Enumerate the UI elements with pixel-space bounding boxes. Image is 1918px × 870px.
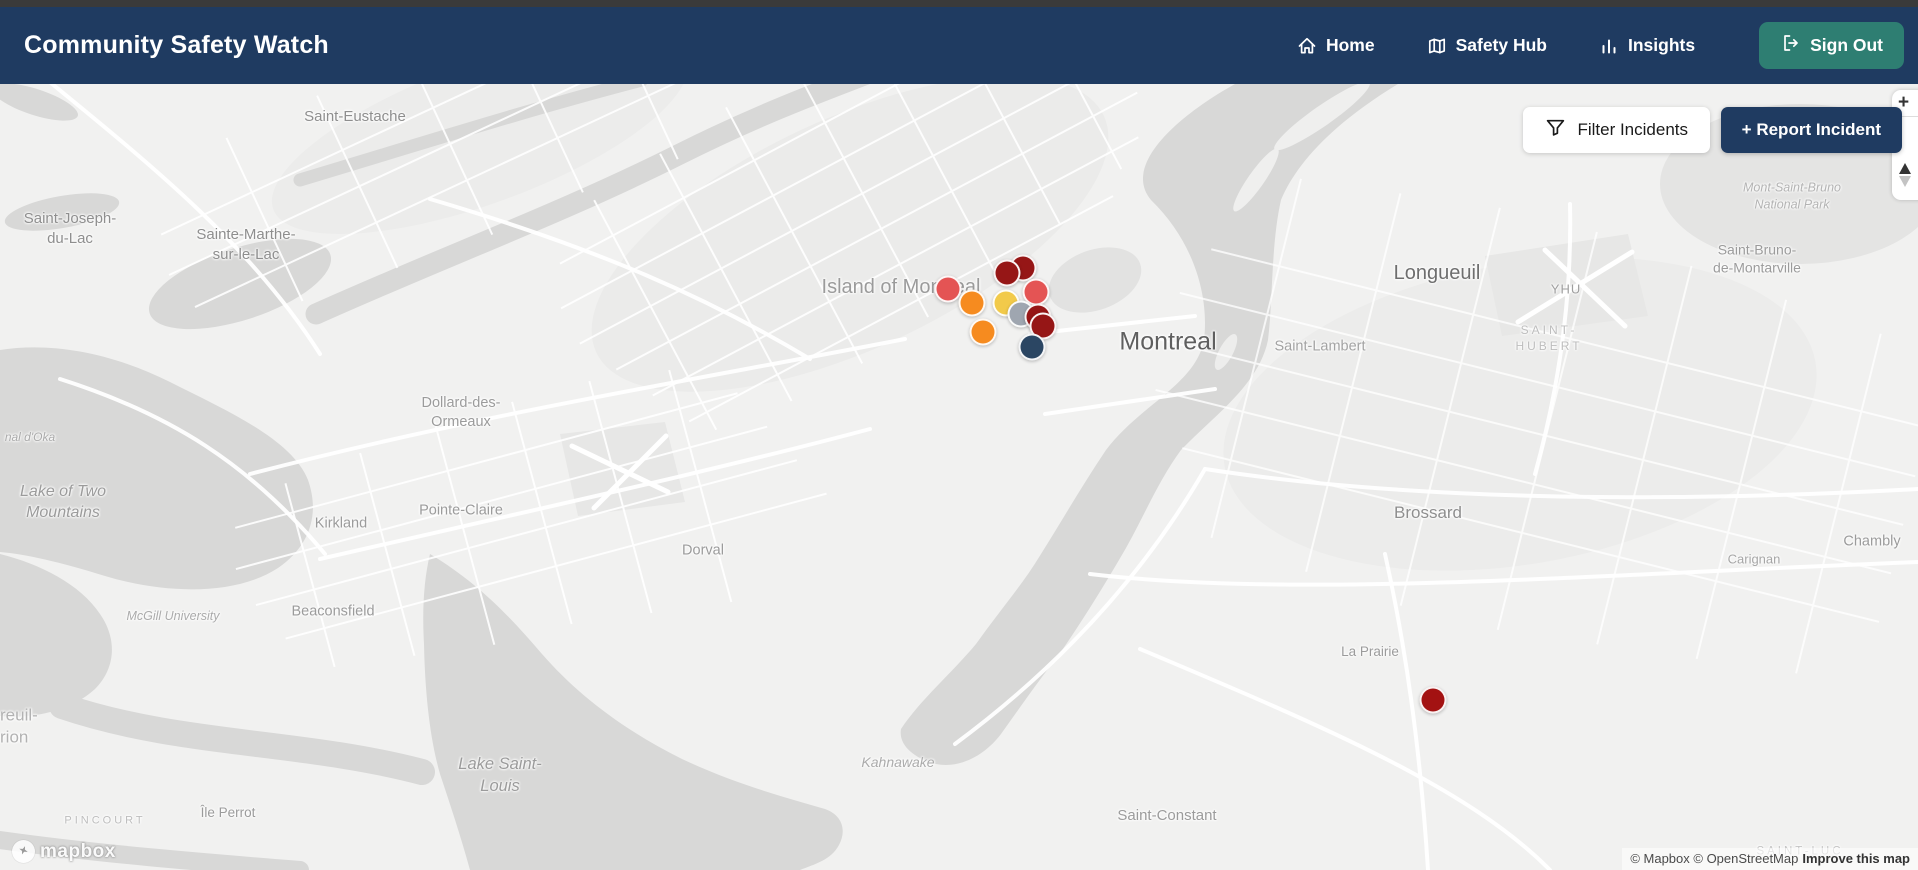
incident-marker-red[interactable]: [934, 275, 962, 303]
app-header: Community Safety Watch Home Safety Hub I…: [0, 7, 1918, 84]
map-canvas[interactable]: Saint-Eustache Saint-Joseph- du-Lac Sainte…: [0, 84, 1918, 870]
nav-item-insights[interactable]: Insights: [1599, 35, 1695, 56]
filter-incidents-button[interactable]: Filter Incidents: [1523, 107, 1710, 153]
funnel-icon: [1545, 117, 1566, 143]
main-nav: Home Safety Hub Insights Sign Out: [1297, 22, 1904, 69]
map-attribution[interactable]: © Mapbox © OpenStreetMap Improve this map: [1622, 848, 1918, 870]
attribution-text: © Mapbox © OpenStreetMap: [1630, 851, 1799, 866]
map-icon: [1427, 36, 1447, 56]
mapbox-logo[interactable]: mapbox: [12, 840, 116, 863]
incident-marker-navy[interactable]: [1018, 333, 1046, 361]
improve-map-link[interactable]: Improve this map: [1802, 851, 1910, 866]
mapbox-pin-icon: [12, 840, 35, 863]
home-icon: [1297, 36, 1317, 56]
filter-incidents-label: Filter Incidents: [1577, 120, 1688, 139]
incident-marker-crimson[interactable]: [1419, 686, 1447, 714]
sign-out-label: Sign Out: [1810, 35, 1883, 55]
report-incident-button[interactable]: + Report Incident: [1720, 107, 1902, 153]
app-title: Community Safety Watch: [24, 31, 329, 59]
compass-icon[interactable]: [1897, 162, 1913, 193]
nav-label: Home: [1325, 35, 1375, 55]
nav-label: Insights: [1628, 35, 1696, 55]
bar-chart-icon: [1599, 36, 1619, 56]
nav-item-home[interactable]: Home: [1297, 35, 1375, 56]
map-base-layer: [0, 84, 1918, 870]
nav-label: Safety Hub: [1455, 35, 1547, 55]
incident-marker-orange[interactable]: [969, 318, 997, 346]
incident-marker-orange[interactable]: [958, 289, 986, 317]
sign-out-button[interactable]: Sign Out: [1759, 22, 1904, 69]
window-top-strip: [0, 0, 1918, 7]
logout-icon: [1780, 33, 1800, 58]
incident-marker-darkred[interactable]: [993, 259, 1021, 287]
nav-item-safety-hub[interactable]: Safety Hub: [1427, 35, 1547, 56]
mapbox-wordmark: mapbox: [40, 840, 116, 862]
